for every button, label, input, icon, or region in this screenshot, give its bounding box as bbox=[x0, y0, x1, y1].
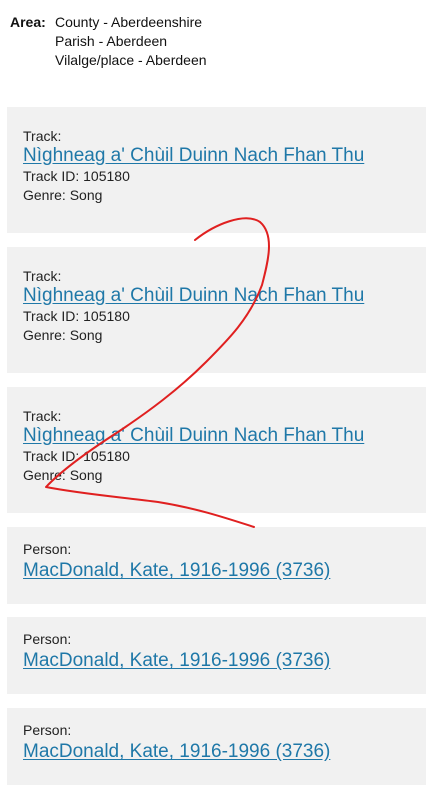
track-label: Track: bbox=[23, 268, 62, 284]
track-id: Track ID: 105180 bbox=[23, 168, 130, 184]
person-label: Person: bbox=[23, 722, 72, 738]
track-label: Track: bbox=[23, 408, 62, 424]
area-details: County - Aberdeenshire Parish - Aberdeen… bbox=[55, 13, 207, 70]
person-card: Person: MacDonald, Kate, 1916-1996 (3736… bbox=[7, 617, 426, 694]
area-place: Vilalge/place - Aberdeen bbox=[55, 52, 207, 68]
track-id: Track ID: 105180 bbox=[23, 448, 130, 464]
area-county: County - Aberdeenshire bbox=[55, 14, 203, 30]
track-label: Track: bbox=[23, 128, 62, 144]
track-title-link[interactable]: Nìghneag a' Chùil Duinn Nach Fhan Thu bbox=[23, 285, 364, 307]
person-card: Person: MacDonald, Kate, 1916-1996 (3736… bbox=[7, 708, 426, 785]
track-card: Track: Nìghneag a' Chùil Duinn Nach Fhan… bbox=[7, 247, 426, 373]
area-label: Area: bbox=[10, 14, 46, 30]
area-parish: Parish - Aberdeen bbox=[55, 33, 168, 49]
track-title-link[interactable]: Nìghneag a' Chùil Duinn Nach Fhan Thu bbox=[23, 425, 364, 447]
track-title-link[interactable]: Nìghneag a' Chùil Duinn Nach Fhan Thu bbox=[23, 145, 364, 167]
person-name-link[interactable]: MacDonald, Kate, 1916-1996 (3736) bbox=[23, 650, 330, 672]
track-genre: Genre: Song bbox=[23, 187, 103, 203]
track-genre: Genre: Song bbox=[23, 467, 103, 483]
person-label: Person: bbox=[23, 631, 72, 647]
track-card: Track: Nìghneag a' Chùil Duinn Nach Fhan… bbox=[7, 387, 426, 513]
person-label: Person: bbox=[23, 541, 72, 557]
person-name-link[interactable]: MacDonald, Kate, 1916-1996 (3736) bbox=[23, 741, 330, 763]
person-card: Person: MacDonald, Kate, 1916-1996 (3736… bbox=[7, 527, 426, 604]
person-name-link[interactable]: MacDonald, Kate, 1916-1996 (3736) bbox=[23, 560, 330, 582]
track-id: Track ID: 105180 bbox=[23, 308, 130, 324]
track-card: Track: Nìghneag a' Chùil Duinn Nach Fhan… bbox=[7, 107, 426, 233]
track-genre: Genre: Song bbox=[23, 327, 103, 343]
